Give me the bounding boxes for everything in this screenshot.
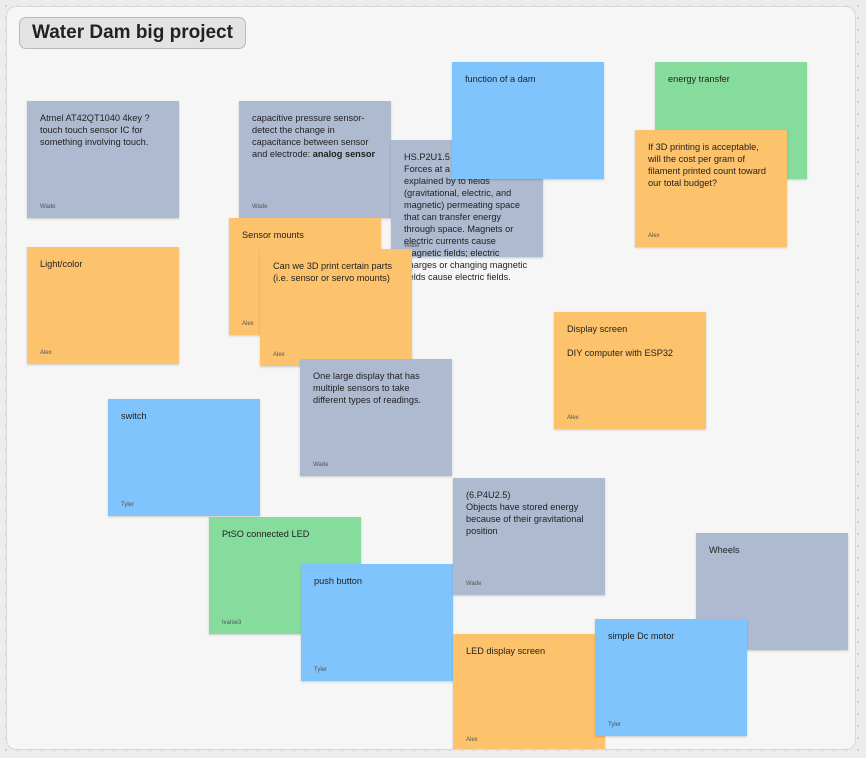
note-author: Alex	[466, 737, 478, 743]
sticky-note-display-screen[interactable]: Display screen DIY computer with ESP32 A…	[554, 312, 706, 429]
sticky-note-switch[interactable]: switch Tyler	[108, 399, 260, 516]
note-text: (6.P4U2.5) Objects have stored energy be…	[466, 490, 584, 536]
note-text: Atmel AT42QT1040 4key ?touch touch senso…	[40, 113, 150, 147]
note-author: Tyler	[121, 502, 135, 508]
note-text: Light/color	[40, 259, 83, 269]
note-text: Sensor mounts	[242, 230, 304, 240]
note-author: Ivanie3	[222, 620, 242, 626]
note-text: LED display screen	[466, 646, 546, 656]
note-author: Alex	[648, 233, 660, 239]
note-text: function of a dam	[465, 74, 536, 84]
note-text-bold: analog sensor	[312, 149, 376, 159]
sticky-note-light-color[interactable]: Light/color Alex	[27, 247, 179, 364]
sticky-note-led-display[interactable]: LED display screen Alex	[453, 634, 605, 749]
note-author: Wade	[466, 581, 482, 587]
note-author: Alex	[242, 321, 254, 327]
board-title[interactable]: Water Dam big project	[19, 17, 246, 49]
sticky-note-large-display[interactable]: One large display that has multiple sens…	[300, 359, 452, 476]
note-text: push button	[314, 576, 363, 586]
note-author: Wade	[252, 204, 268, 210]
sticky-note-stored-energy[interactable]: (6.P4U2.5) Objects have stored energy be…	[453, 478, 605, 595]
note-text: capacitive pressure sensor- detect the c…	[252, 112, 378, 160]
note-text: simple Dc motor	[608, 631, 675, 641]
note-text: Can we 3D print certain parts (i.e. sens…	[273, 261, 392, 283]
note-author: Alex	[40, 350, 52, 356]
sticky-note-filament-cost[interactable]: If 3D printing is acceptable, will the c…	[635, 130, 787, 247]
note-text: energy transfer	[668, 74, 730, 84]
sticky-note-push-button[interactable]: push button Tyler	[301, 564, 453, 681]
note-author: Alex	[567, 415, 579, 421]
note-text: Wheels	[709, 545, 740, 555]
note-author: Tyler	[314, 667, 328, 673]
note-author: Alex	[273, 352, 285, 358]
sticky-note-capacitive-sensor[interactable]: capacitive pressure sensor- detect the c…	[239, 101, 391, 218]
note-text: If 3D printing is acceptable, will the c…	[648, 142, 766, 188]
note-text: One large display that has multiple sens…	[313, 371, 422, 405]
sticky-note-dc-motor[interactable]: simple Dc motor Tyler	[595, 619, 747, 736]
note-author: Wade	[313, 462, 329, 468]
note-text: PtSO connected LED	[222, 529, 310, 539]
sticky-note-atmel-sensor[interactable]: Atmel AT42QT1040 4key ?touch touch senso…	[27, 101, 179, 218]
whiteboard-canvas[interactable]: Water Dam big project Atmel AT42QT1040 4…	[6, 6, 856, 750]
sticky-note-print-parts[interactable]: Can we 3D print certain parts (i.e. sens…	[260, 249, 412, 366]
note-text: Display screen DIY computer with ESP32	[567, 324, 674, 358]
sticky-note-function-of-dam[interactable]: function of a dam	[452, 62, 604, 179]
note-author: Tyler	[608, 722, 622, 728]
note-text: switch	[121, 411, 147, 421]
note-author: Wade	[40, 204, 56, 210]
